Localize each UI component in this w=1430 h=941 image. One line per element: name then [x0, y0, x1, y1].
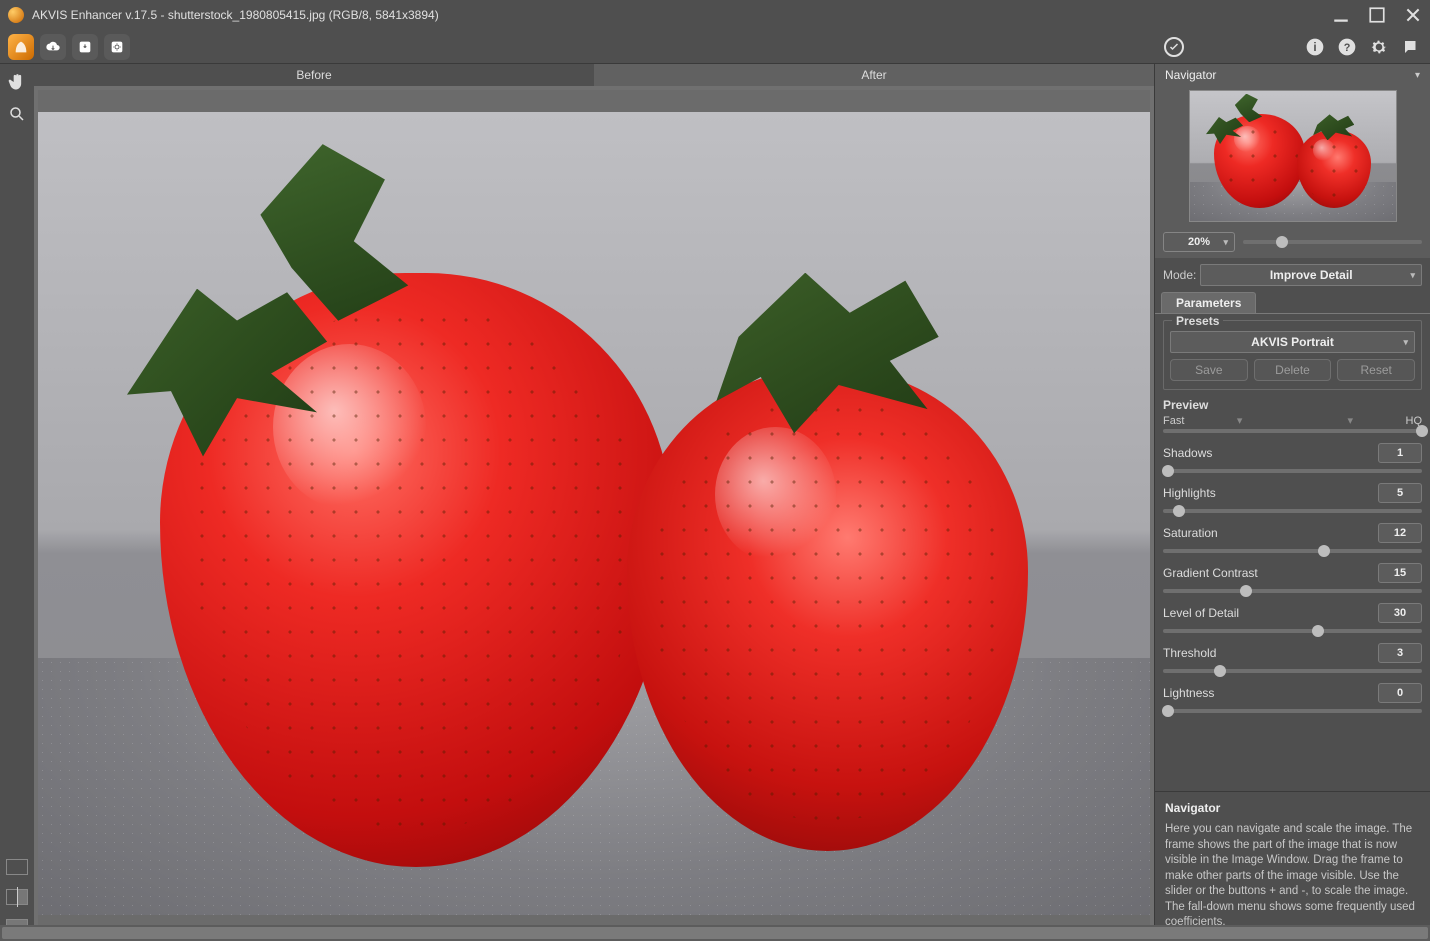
param-label: Saturation [1163, 526, 1218, 540]
param-value-input[interactable]: 30 [1378, 603, 1422, 623]
help-body: Here you can navigate and scale the imag… [1165, 822, 1420, 931]
param-slider-lightness: Lightness 0 [1163, 683, 1422, 713]
param-slider-track[interactable] [1163, 549, 1422, 553]
param-label: Highlights [1163, 486, 1216, 500]
maximize-button[interactable] [1368, 6, 1386, 24]
delete-button[interactable]: Delete [1254, 359, 1332, 381]
info-icon[interactable]: i [1304, 36, 1326, 58]
home-icon[interactable] [8, 34, 34, 60]
chevron-down-icon: ▾ [1415, 70, 1420, 81]
mode-label: Mode: [1163, 268, 1196, 282]
compare-split-icon[interactable] [6, 889, 28, 905]
preset-dropdown[interactable]: AKVIS Portrait [1170, 331, 1415, 353]
image-preview[interactable] [38, 112, 1150, 915]
horizontal-scrollbar[interactable] [0, 925, 1430, 941]
presets-legend: Presets [1172, 314, 1223, 328]
left-tool-column [0, 64, 34, 941]
preview-group: Preview Fast ▾▾ HQ [1163, 398, 1422, 433]
param-slider-gradient-contrast: Gradient Contrast 15 [1163, 563, 1422, 593]
preview-slider[interactable] [1163, 429, 1422, 433]
param-value-input[interactable]: 1 [1378, 443, 1422, 463]
presets-group: Presets AKVIS Portrait Save Delete Reset [1163, 320, 1422, 390]
tab-after[interactable]: After [594, 64, 1154, 86]
param-slider-highlights: Highlights 5 [1163, 483, 1422, 513]
param-slider-track[interactable] [1163, 469, 1422, 473]
import-icon[interactable] [72, 34, 98, 60]
minimize-button[interactable] [1332, 6, 1350, 24]
param-label: Shadows [1163, 446, 1212, 460]
navigator-header-label: Navigator [1165, 68, 1216, 82]
param-slider-level-of-detail: Level of Detail 30 [1163, 603, 1422, 633]
help-panel: Navigator Here you can navigate and scal… [1155, 791, 1430, 941]
reset-button[interactable]: Reset [1337, 359, 1415, 381]
param-slider-track[interactable] [1163, 669, 1422, 673]
tab-parameters[interactable]: Parameters [1161, 292, 1256, 313]
zoom-slider[interactable] [1243, 233, 1422, 251]
compare-horizontal-icon[interactable] [6, 859, 28, 875]
navigator-header[interactable]: Navigator ▾ [1155, 64, 1430, 86]
param-label: Level of Detail [1163, 606, 1239, 620]
param-value-input[interactable]: 15 [1378, 563, 1422, 583]
cloud-download-icon[interactable] [40, 34, 66, 60]
param-value-input[interactable]: 5 [1378, 483, 1422, 503]
navigator-thumbnail[interactable] [1155, 86, 1430, 226]
help-icon[interactable]: ? [1336, 36, 1358, 58]
param-slider-shadows: Shadows 1 [1163, 443, 1422, 473]
settings-export-icon[interactable] [104, 34, 130, 60]
svg-text:i: i [1313, 41, 1316, 54]
tab-before[interactable]: Before [34, 64, 594, 86]
preview-fast-label: Fast [1163, 415, 1184, 427]
main-toolbar: i ? [0, 30, 1430, 64]
param-slider-track[interactable] [1163, 589, 1422, 593]
param-slider-threshold: Threshold 3 [1163, 643, 1422, 673]
param-value-input[interactable]: 12 [1378, 523, 1422, 543]
view-tabs: Before After [34, 64, 1154, 86]
window-title: AKVIS Enhancer v.17.5 - shutterstock_198… [32, 8, 1332, 22]
hand-tool-icon[interactable] [5, 70, 29, 94]
zoom-dropdown[interactable]: 20% [1163, 232, 1235, 252]
zoom-tool-icon[interactable] [5, 102, 29, 126]
check-icon[interactable] [1164, 37, 1184, 57]
svg-text:?: ? [1344, 42, 1351, 54]
title-bar: AKVIS Enhancer v.17.5 - shutterstock_198… [0, 0, 1430, 30]
notifications-icon[interactable] [1400, 36, 1422, 58]
param-slider-track[interactable] [1163, 709, 1422, 713]
param-slider-saturation: Saturation 12 [1163, 523, 1422, 553]
app-logo-icon [8, 7, 24, 23]
param-label: Threshold [1163, 646, 1216, 660]
help-title: Navigator [1165, 800, 1420, 816]
right-panel: Navigator ▾ 20% [1154, 64, 1430, 941]
param-label: Lightness [1163, 686, 1214, 700]
gear-icon[interactable] [1368, 36, 1390, 58]
param-slider-track[interactable] [1163, 509, 1422, 513]
param-value-input[interactable]: 3 [1378, 643, 1422, 663]
param-value-input[interactable]: 0 [1378, 683, 1422, 703]
close-button[interactable] [1404, 6, 1422, 24]
param-slider-track[interactable] [1163, 629, 1422, 633]
mode-dropdown[interactable]: Improve Detail [1200, 264, 1422, 286]
param-label: Gradient Contrast [1163, 566, 1258, 580]
preview-label: Preview [1163, 398, 1422, 412]
save-button[interactable]: Save [1170, 359, 1248, 381]
canvas-area[interactable] [34, 86, 1154, 941]
